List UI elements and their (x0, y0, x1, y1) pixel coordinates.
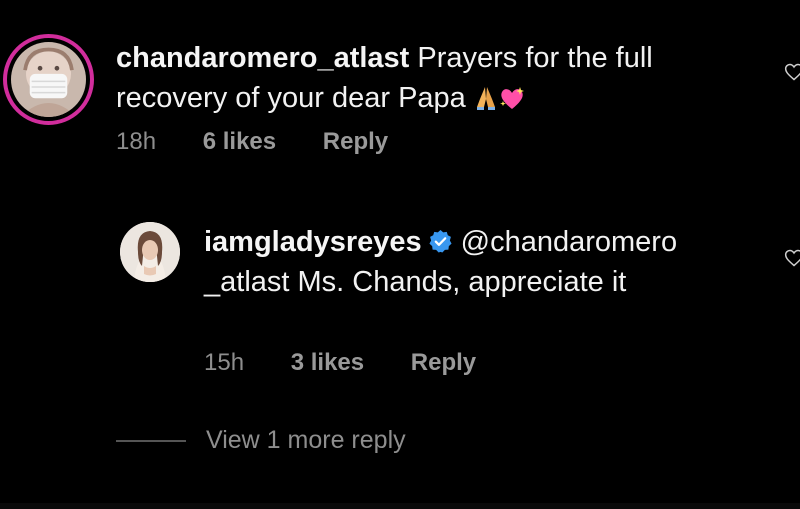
avatar[interactable] (3, 34, 94, 125)
heart-icon[interactable] (784, 248, 800, 268)
comment-meta: 18h 6 likes Reply (116, 128, 428, 156)
reply-time: 15h (204, 349, 245, 376)
bottom-edge (0, 503, 800, 509)
sparkling-heart-icon (498, 82, 526, 122)
verified-badge-icon (428, 225, 453, 253)
folded-hands-icon (474, 82, 498, 122)
likes-count[interactable]: 6 likes (203, 128, 276, 156)
reply-username[interactable]: iamgladysreyes (204, 226, 422, 258)
divider-line (116, 439, 186, 442)
reply-button[interactable]: Reply (323, 128, 388, 156)
comment-username[interactable]: chandaromero_atlast (116, 42, 409, 74)
view-more-label: View 1 more reply (206, 426, 406, 454)
likes-count[interactable]: 3 likes (291, 349, 364, 377)
avatar-image (120, 222, 180, 282)
heart-icon[interactable] (784, 62, 800, 82)
reply-body: iamgladysreyes @chandaromero _atlast Ms.… (204, 222, 764, 302)
view-more-replies-button[interactable]: View 1 more reply (116, 426, 406, 455)
avatar[interactable] (120, 222, 180, 282)
reply-meta: 15h 3 likes Reply (204, 349, 516, 377)
comment-time: 18h (116, 128, 157, 155)
avatar-image (11, 42, 86, 117)
comment-body: chandaromero_atlast Prayers for the full… (116, 38, 756, 122)
reply-button[interactable]: Reply (411, 349, 476, 377)
